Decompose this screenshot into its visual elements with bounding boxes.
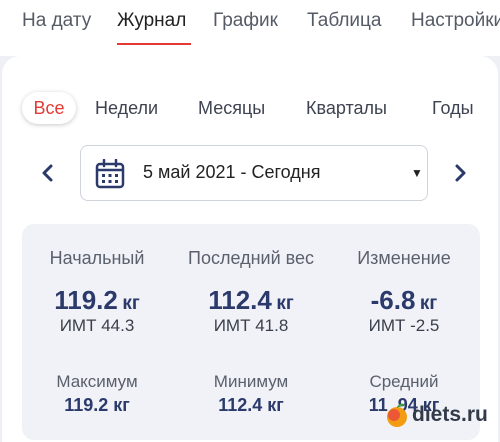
stat-start-label: Начальный [49,248,145,268]
stat-change-bmi: ИМТ -2.5 [368,316,440,335]
stat-last: Последний вес 112.4 кг ИМТ 41.8 [172,248,330,336]
active-tab-indicator [117,43,191,45]
period-months-chip[interactable]: Месяцы [198,92,265,124]
stat-start: Начальный 119.2 кг ИМТ 44.3 [22,248,172,336]
stat-change-value: -6.8 [370,285,416,315]
tab-settings[interactable]: Настройки [411,10,500,32]
date-range-select[interactable]: 5 май 2021 - Сегодня ▼ [80,145,428,201]
prev-period-icon[interactable] [38,161,58,185]
calendar-icon [95,159,125,189]
stat-last-unit: кг [276,293,294,314]
stat-start-bmi: ИМТ 44.3 [59,316,135,335]
stat-last-value: 112.4 [208,285,272,315]
stat-max: Максимум 119.2 кг [22,372,172,416]
stat-last-label: Последний вес [188,248,314,268]
stat-change-label: Изменение [357,248,451,268]
tab-chart[interactable]: График [213,10,278,32]
period-all-chip[interactable]: Все [22,92,76,124]
stat-start-value: 119.2 [54,285,118,315]
stat-min-label: Минимум [213,372,289,391]
top-tab-bar: На дату Журнал График Таблица Настройки [0,0,500,56]
apple-logo-icon [384,402,410,428]
tab-table[interactable]: Таблица [307,10,382,32]
tab-on-date[interactable]: На дату [22,10,91,32]
stat-max-label: Максимум [56,372,138,391]
date-range-value: 5 май 2021 - Сегодня [143,162,321,182]
period-years-chip[interactable]: Годы [432,92,474,124]
dropdown-arrow-icon: ▼ [411,166,423,180]
period-quarters-chip[interactable]: Кварталы [306,92,387,124]
tab-journal[interactable]: Журнал [117,10,186,32]
stat-avg-label: Средний [369,372,439,391]
watermark-text: diets.ru [412,403,488,426]
stat-change-unit: кг [419,293,438,314]
next-period-icon[interactable] [450,161,470,185]
stat-min-value: 112.4 кг [218,395,284,415]
stat-start-unit: кг [122,293,140,314]
stat-change: Изменение -6.8 кг ИМТ -2.5 [334,248,474,336]
watermark: diets.ru [384,398,500,432]
period-weeks-chip[interactable]: Недели [95,92,158,124]
stat-min: Минимум 112.4 кг [172,372,330,416]
stat-last-bmi: ИМТ 41.8 [213,316,289,335]
stat-max-value: 119.2 кг [64,395,130,415]
